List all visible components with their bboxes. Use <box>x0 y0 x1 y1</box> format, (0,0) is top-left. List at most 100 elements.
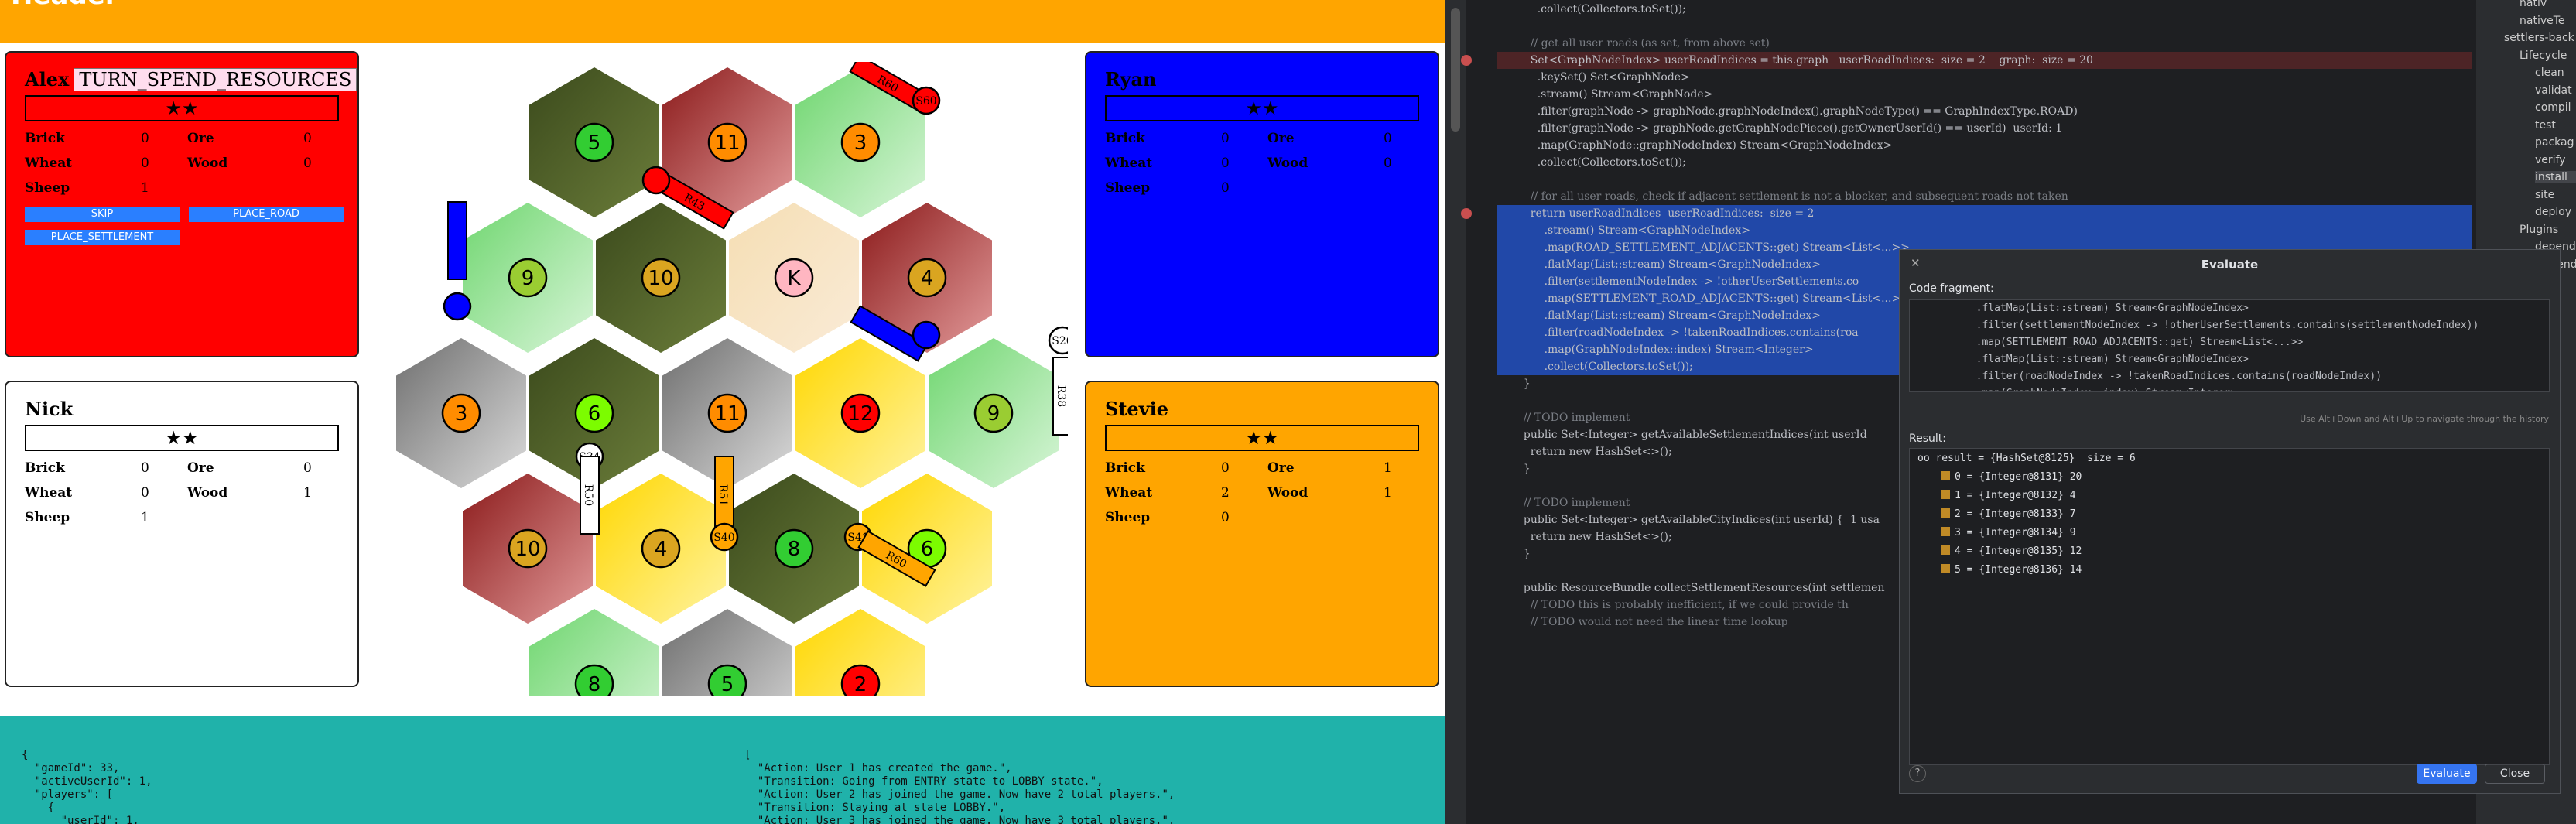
place-settlement-button[interactable]: PLACE_SETTLEMENT <box>25 230 180 245</box>
code-line: .map(GraphNode::graphNodeIndex) Stream<G… <box>1517 139 1893 152</box>
code-line: public ResourceBundle collectSettlementR… <box>1517 582 1885 594</box>
result-child-row[interactable]: 3 = {Integer@8134} 9 <box>1941 525 2076 542</box>
tool-tree-item[interactable]: nativeTe <box>2520 15 2565 27</box>
number-label: 2 <box>854 673 867 696</box>
tool-tree-item[interactable]: Plugins <box>2520 224 2558 236</box>
tool-tree-item[interactable]: validat <box>2535 84 2572 97</box>
code-line: .stream() Stream<GraphNodeIndex> <box>1517 224 1750 237</box>
hex-tile-fields[interactable]: 4 <box>596 474 726 624</box>
result-value: 3 = {Integer@8134} 9 <box>1955 527 2076 539</box>
catan-board[interactable]: 5113910K4361112910486852 R60S60R43S26R38… <box>387 62 1068 696</box>
game-state-json: { "gameId": 33, "activeUserId": 1, "play… <box>22 749 152 824</box>
settlement-piece[interactable] <box>443 292 472 321</box>
breakpoint-icon[interactable] <box>1461 208 1472 219</box>
settlement-piece[interactable]: S60 <box>912 86 941 115</box>
number-label: K <box>787 267 801 290</box>
code-fragment-editor[interactable]: .flatMap(List::stream) Stream<GraphNodeI… <box>1909 299 2550 392</box>
number-label: 10 <box>515 538 540 561</box>
tool-tree-item[interactable]: nativ <box>2520 0 2547 9</box>
hex-tile-mountains[interactable]: 5 <box>662 609 792 696</box>
code-line: .collect(Collectors.toSet()); <box>1517 361 1693 373</box>
tool-tree-item[interactable]: install <box>2535 171 2576 183</box>
settlement-shape <box>912 320 941 350</box>
tool-tree-item[interactable]: packag <box>2535 136 2574 149</box>
tool-tree-item[interactable]: compil <box>2535 101 2571 114</box>
tool-tree-item[interactable]: Lifecycle <box>2520 50 2567 62</box>
result-child-row[interactable]: 2 = {Integer@8133} 7 <box>1941 506 2076 523</box>
road-piece[interactable] <box>447 201 467 280</box>
road-label: R51 <box>717 484 729 506</box>
hex-tile-hills[interactable]: 10 <box>463 474 593 624</box>
tool-tree-item[interactable]: clean <box>2535 67 2564 79</box>
place-road-button[interactable]: PLACE_ROAD <box>189 207 344 222</box>
number-label: 6 <box>921 538 934 561</box>
victory-stars: ★★ <box>25 95 339 121</box>
result-tree[interactable]: oo result = {HashSet@8125} size = 6 0 = {… <box>1909 448 2550 765</box>
road-piece[interactable]: R50 <box>580 456 600 535</box>
code-line: .filter(settlementNodeIndex -> !otherUse… <box>1517 275 1859 288</box>
tool-tree-item[interactable]: site <box>2535 189 2554 201</box>
hex-tile-pasture[interactable]: 9 <box>463 203 593 353</box>
code-line: .collect(Collectors.toSet()); <box>1517 3 1686 15</box>
result-child-row[interactable]: 0 = {Integer@8131} 20 <box>1941 469 2082 486</box>
result-child-row[interactable]: 5 = {Integer@8136} 14 <box>1941 562 2082 579</box>
code-line: // get all user roads (as set, from abov… <box>1517 37 1770 50</box>
result-child-row[interactable]: 4 = {Integer@8135} 12 <box>1941 543 2082 560</box>
number-label: 11 <box>714 402 740 426</box>
fragment-line: .flatMap(List::stream) Stream<GraphNodeI… <box>1964 354 2249 365</box>
number-label: 3 <box>455 402 468 426</box>
hex-tile-forest[interactable]: 8 <box>729 474 859 624</box>
tool-tree-item[interactable]: settlers-back <box>2504 32 2574 44</box>
header-title: Header <box>11 0 118 11</box>
breakpoint-icon[interactable] <box>1461 55 1472 66</box>
evaluate-button[interactable]: Evaluate <box>2417 764 2477 784</box>
number-label: 9 <box>987 402 1001 426</box>
resource-grid: Brick 0 Ore 1 Wheat 2 Wood 1 Sheep 0 <box>1105 460 1392 525</box>
settlement-piece[interactable]: S40 <box>710 522 739 552</box>
result-value: 1 = {Integer@8132} 4 <box>1955 490 2076 501</box>
editor-gutter <box>1466 0 1497 824</box>
browser-scrollbar[interactable] <box>1445 0 1466 824</box>
hex-tile-forest[interactable]: 5 <box>529 67 659 217</box>
victory-stars: ★★ <box>25 425 339 451</box>
code-line: .filter(graphNode -> graphNode.graphNode… <box>1517 105 2078 118</box>
settlement-piece[interactable] <box>912 320 941 350</box>
code-line: .map(GraphNodeIndex::index) Stream<Integ… <box>1517 344 1814 356</box>
code-line: } <box>1517 378 1531 390</box>
number-label: 8 <box>788 538 801 561</box>
code-line: .keySet() Set<GraphNode> <box>1517 71 1690 84</box>
hex-tile-forest[interactable]: 10 <box>596 203 726 353</box>
hex-tile-pasture[interactable]: 8 <box>529 609 659 696</box>
road-shape <box>447 201 467 280</box>
tool-tree-item[interactable]: test <box>2535 119 2556 132</box>
tool-tree-item[interactable]: verify <box>2535 154 2566 166</box>
settlement-piece[interactable]: S26 <box>1048 326 1068 355</box>
player-card-nick: Nick ★★ Brick 0 Ore 0 Wheat 0 Wood 1 Sheep 1 <box>5 381 359 687</box>
tool-tree-item[interactable]: deploy <box>2535 206 2571 218</box>
skip-button[interactable]: SKIP <box>25 207 180 222</box>
close-button[interactable]: Close <box>2485 764 2545 784</box>
road-piece[interactable]: R51 <box>714 456 734 535</box>
hex-tile-pasture[interactable]: 9 <box>929 338 1059 488</box>
victory-stars: ★★ <box>1105 425 1419 451</box>
debug-json-panel: { "gameId": 33, "activeUserId": 1, "play… <box>0 716 1445 824</box>
field-icon <box>1941 490 1950 499</box>
hex-tile-fields[interactable]: 12 <box>795 338 925 488</box>
road-piece[interactable]: R38 <box>1052 357 1068 436</box>
scrollbar-thumb[interactable] <box>1451 8 1460 132</box>
code-line: // TODO implement <box>1517 412 1630 424</box>
result-child-row[interactable]: 1 = {Integer@8132} 4 <box>1941 487 2076 504</box>
code-line: .filter(roadNodeIndex -> !takenRoadIndic… <box>1517 327 1859 339</box>
hex-tile-fields[interactable]: 2 <box>795 609 925 696</box>
game-panel: Header AlexTURN_SPEND_RESOURCES ★★ Brick… <box>0 0 1445 824</box>
hex-tile-desert[interactable]: K <box>729 203 859 353</box>
hex-tile-mountains[interactable]: 3 <box>396 338 526 488</box>
help-icon[interactable]: ? <box>1909 765 1926 782</box>
number-label: 10 <box>648 267 673 290</box>
settlement-piece[interactable] <box>641 166 671 195</box>
code-line: // for all user roads, check if adjacent… <box>1517 190 2068 203</box>
code-line: public Set<Integer> getAvailableSettleme… <box>1517 429 1867 441</box>
code-line: Set<GraphNodeIndex> userRoadIndices = th… <box>1517 54 2093 67</box>
settlement-shape <box>443 292 472 321</box>
result-root-row[interactable]: oo result = {HashSet@8125} size = 6 <box>1917 450 2136 467</box>
